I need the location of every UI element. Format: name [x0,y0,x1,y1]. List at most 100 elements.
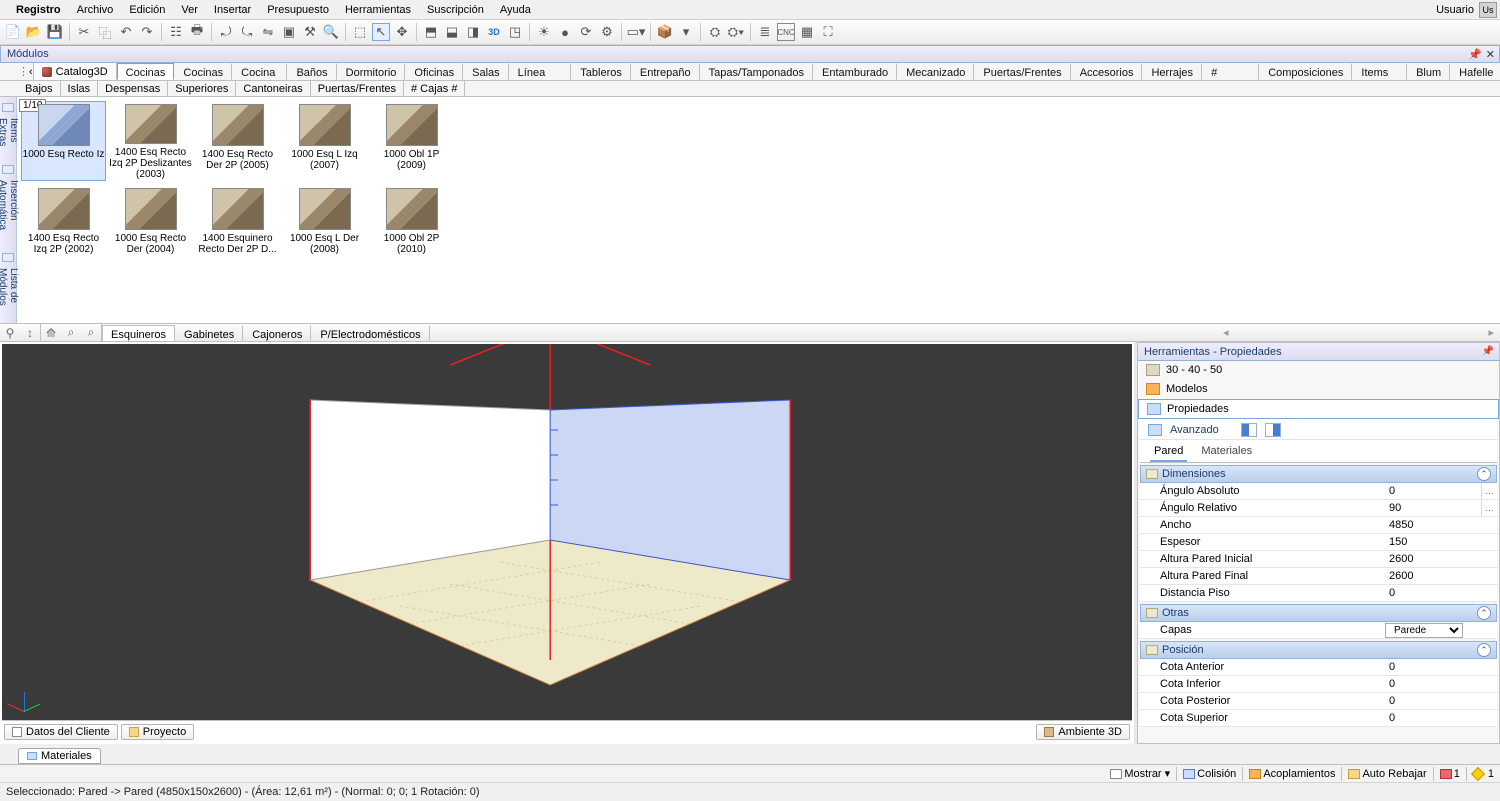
open-icon[interactable]: 📂 [25,23,43,41]
cat-tab[interactable]: Blum [1407,63,1450,80]
prop-row[interactable]: Cota Inferior0 [1140,676,1497,693]
gear-icon[interactable]: ⛭ [706,23,724,41]
rail-icon[interactable] [2,165,14,174]
pin-icon[interactable]: 📌 [1468,48,1482,61]
prop-row[interactable]: Espesor150 [1140,534,1497,551]
collapse-icon[interactable]: ⌃ [1477,467,1491,481]
menu-item-archivo[interactable]: Archivo [69,2,122,18]
cat-tab[interactable]: Línea Industrial [509,63,572,80]
cat-tab[interactable]: Items Sueltos [1352,63,1407,80]
cat-tab[interactable]: Puertas/Frentes [974,63,1070,80]
view-front-icon[interactable]: ⬓ [443,23,461,41]
prop-row[interactable]: Altura Pared Final2600 [1140,568,1497,585]
rotate-left-icon[interactable]: ⤾ [217,23,235,41]
recenter-icon[interactable]: ⟰ [41,324,61,341]
render-icon[interactable]: ● [556,23,574,41]
menu-item-insertar[interactable]: Insertar [206,2,259,18]
find2-icon[interactable]: ⌕ [81,324,101,341]
collapse-icon[interactable]: ⌃ [1477,643,1491,657]
catalog-item[interactable]: 1400 Esq Recto Izq 2P Deslizantes (2003) [108,101,193,181]
cat-tab[interactable]: Cocinas Cava [174,63,232,80]
props-icon[interactable]: ☷ [167,23,185,41]
catalog-item[interactable]: 1400 Esq Recto Izq 2P (2002) [21,185,106,265]
paginator[interactable]: ◂▸ [1223,324,1500,341]
print-icon[interactable]: 🖶 [188,23,206,41]
tab-proyecto[interactable]: Proyecto [121,724,194,740]
view-toggle-1-icon[interactable] [1241,423,1257,437]
prop-row[interactable]: Cota Posterior0 [1140,693,1497,710]
menu-item-herramientas[interactable]: Herramientas [337,2,419,18]
grid-icon[interactable]: ▦ [798,23,816,41]
cat-tab[interactable]: Hafelle [1450,63,1500,80]
menu-item-presupuesto[interactable]: Presupuesto [259,2,337,18]
menu-item-edicion[interactable]: Edición [121,2,173,18]
menu-item-suscripcion[interactable]: Suscripción [419,2,492,18]
prop-row[interactable]: Cota Anterior0 [1140,659,1497,676]
section-header[interactable]: Otras⌃ [1140,604,1497,622]
tab-materiales-bottom[interactable]: Materiales [18,748,101,764]
filter-tab[interactable]: Gabinetes [175,325,243,341]
filter-tab[interactable]: P/Electrodomésticos [311,325,429,341]
dropdown-2-icon[interactable]: ▾ [677,23,695,41]
rail-icon[interactable] [2,253,14,262]
sub-tab[interactable]: Bajos [18,81,61,96]
cat-tab[interactable]: Baños [287,63,336,80]
cat-tab[interactable]: Oficinas [405,63,463,80]
prop-row[interactable]: Cota Superior0 [1140,710,1497,727]
status-warning[interactable]: 1 [1473,768,1494,780]
cat-tab[interactable]: Tableros [571,63,631,80]
view-top-icon[interactable]: ⬒ [422,23,440,41]
section-header[interactable]: Posición⌃ [1140,641,1497,659]
tab-ambiente-3d[interactable]: Ambiente 3D [1036,724,1130,740]
layer-icon[interactable]: ≣ [756,23,774,41]
cat-tab[interactable]: # Montaje # [1202,63,1259,80]
rotate-right-icon[interactable]: ⤿ [238,23,256,41]
menu-item-ayuda[interactable]: Ayuda [492,2,539,18]
row-modelos[interactable]: Modelos [1138,380,1499,399]
cat-tab[interactable]: Composiciones [1259,63,1352,80]
filter-tab-esquineros[interactable]: Esquineros [102,325,175,341]
more-icon[interactable]: … [1481,483,1497,499]
find-icon[interactable]: ⌕ [61,324,81,341]
catalog-item[interactable]: 1400 Esq Recto Der 2P (2005) [195,101,280,181]
more-icon[interactable]: … [1481,500,1497,516]
menu-item-ver[interactable]: Ver [173,2,206,18]
toggle-mostrar[interactable]: Mostrar ▾ [1110,767,1170,780]
light-icon[interactable]: ☀ [535,23,553,41]
cat-tab[interactable]: Salas [463,63,509,80]
cat-tab[interactable]: Accesorios [1071,63,1143,80]
toggle-auto-rebajar[interactable]: Auto Rebajar [1348,768,1426,780]
prop-row[interactable]: Ángulo Relativo90… [1140,500,1497,517]
collapse-icon[interactable]: ⌃ [1477,606,1491,620]
sort-icon[interactable]: ↕ [20,324,40,341]
section-header[interactable]: Dimensiones⌃ [1140,465,1497,483]
view-3d-icon[interactable]: 3D [485,23,503,41]
dropdown-3-icon[interactable]: ⛭▾ [727,23,745,41]
view-toggle-2-icon[interactable] [1265,423,1281,437]
toggle-acoplamientos[interactable]: Acoplamientos [1249,768,1335,780]
cursor-icon[interactable]: ↖ [372,23,390,41]
package-icon[interactable]: 📦 [656,23,674,41]
sub-tab[interactable]: Islas [61,81,99,96]
refresh-icon[interactable]: ⟳ [577,23,595,41]
advanced-link[interactable]: Avanzado [1170,424,1219,436]
pan-icon[interactable]: ✥ [393,23,411,41]
sub-tab[interactable]: Cantoneiras [236,81,310,96]
copy-icon[interactable]: ⿻ [96,23,114,41]
catalog-item[interactable]: 1000 Esq L Der (2008) [282,185,367,265]
toggle-colision[interactable]: Colisión [1183,768,1236,780]
sub-tab[interactable]: Superiores [168,81,236,96]
close-icon[interactable]: ✕ [1486,48,1495,61]
dropdown-1-icon[interactable]: ▭▾ [627,23,645,41]
zoom-icon[interactable]: 🔍 [322,23,340,41]
catalog-item[interactable]: 1000 Esq Recto Der (2004) [108,185,193,265]
pin-icon[interactable]: 📌 [1482,346,1499,357]
cut-icon[interactable]: ✂ [75,23,93,41]
rail-icon[interactable] [2,103,14,112]
tool-icon[interactable]: ⚒ [301,23,319,41]
cat-tab-cocinas[interactable]: Cocinas [117,63,175,80]
row-propiedades[interactable]: Propiedades [1138,399,1499,419]
box-icon[interactable]: ◳ [506,23,524,41]
mirror-icon[interactable]: ⇋ [259,23,277,41]
cat-tab[interactable]: Entrepaño Externo [631,63,700,80]
